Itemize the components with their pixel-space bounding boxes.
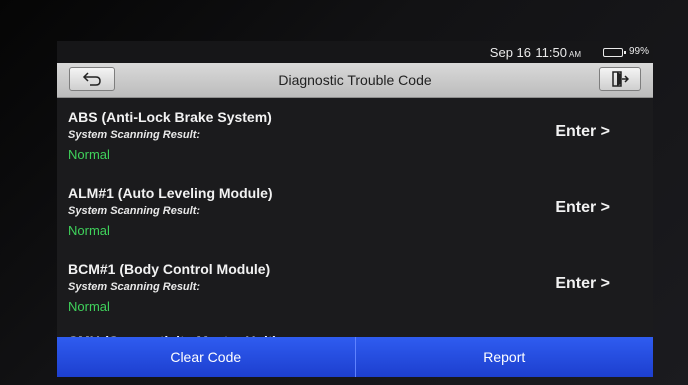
system-status: Normal [68, 223, 110, 238]
page-title: Diagnostic Trouble Code [278, 72, 432, 88]
system-list: ABS (Anti-Lock Brake System) System Scan… [57, 97, 653, 349]
system-scan-label: System Scanning Result: [68, 205, 201, 217]
system-scan-label: System Scanning Result: [68, 129, 201, 141]
diagnostic-screen: Sep 16 11:50 AM 99% Diagnostic Trouble Co… [57, 41, 653, 377]
battery-percent: 99% [628, 46, 649, 57]
status-date: Sep 16 [489, 45, 531, 60]
enter-button-alm[interactable]: Enter > [555, 199, 610, 217]
enter-button-abs[interactable]: Enter > [555, 123, 610, 141]
battery-icon [603, 48, 626, 57]
bottom-action-bar: Clear Code Report [57, 337, 653, 377]
system-row-bcm[interactable]: BCM#1 (Body Control Module) System Scann… [57, 249, 653, 325]
status-clock: 11:50 [535, 45, 567, 60]
exit-button[interactable] [599, 67, 641, 91]
status-bar: Sep 16 11:50 AM 99% [57, 41, 653, 63]
system-row-alm[interactable]: ALM#1 (Auto Leveling Module) System Scan… [57, 173, 653, 249]
status-time: 11:50 AM [535, 45, 581, 60]
device-bezel: Sep 16 11:50 AM 99% Diagnostic Trouble Co… [0, 0, 688, 385]
clear-code-button[interactable]: Clear Code [57, 337, 356, 377]
system-name: BCM#1 (Body Control Module) [68, 261, 271, 277]
enter-button-bcm[interactable]: Enter > [555, 275, 610, 293]
system-name: ABS (Anti-Lock Brake System) [68, 109, 272, 125]
report-button[interactable]: Report [355, 337, 653, 377]
system-status: Normal [68, 147, 110, 162]
status-ampm: AM [569, 50, 581, 59]
title-bar: Diagnostic Trouble Code [57, 63, 653, 98]
system-status: Normal [68, 299, 110, 314]
exit-icon [612, 71, 629, 87]
system-row-abs[interactable]: ABS (Anti-Lock Brake System) System Scan… [57, 97, 653, 173]
system-name: ALM#1 (Auto Leveling Module) [68, 185, 273, 201]
system-scan-label: System Scanning Result: [68, 281, 201, 293]
